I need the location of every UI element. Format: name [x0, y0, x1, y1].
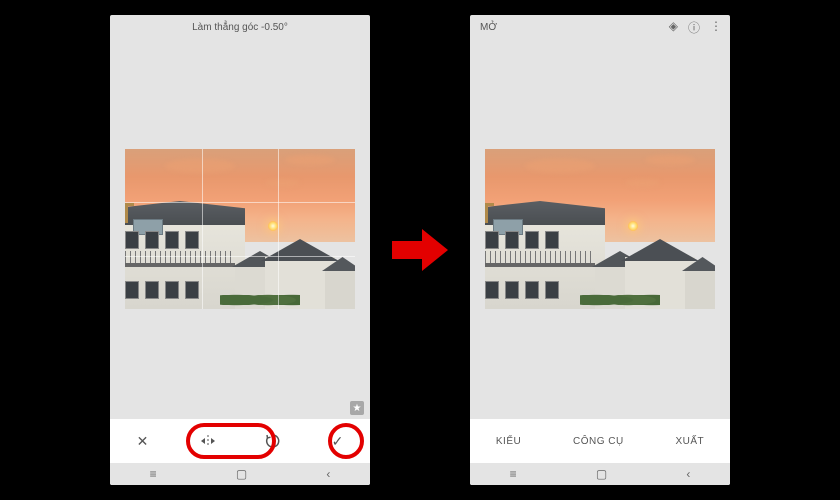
nav-home-icon[interactable]: ▢	[596, 467, 607, 481]
transition-arrow	[390, 225, 450, 275]
phone-screen-edit: Làm thẳng góc -0.50°	[110, 15, 370, 485]
nav-menu-icon[interactable]: ≡	[150, 467, 157, 481]
flip-icon	[199, 434, 217, 448]
nav-menu-icon[interactable]: ≡	[510, 467, 517, 481]
main-preview-area[interactable]	[470, 39, 730, 419]
tools-button[interactable]: CÔNG CỤ	[573, 436, 624, 447]
layers-icon[interactable]: ◈	[669, 19, 678, 36]
main-bottom-bar: KIỂU CÔNG CỤ XUẤT	[470, 419, 730, 463]
main-header: MỞ ◈ ⓘ ⋮	[470, 15, 730, 39]
rotate-icon	[265, 433, 281, 449]
edit-preview-area[interactable]	[110, 39, 370, 419]
nav-back-icon[interactable]: ‹	[326, 467, 330, 481]
buildings	[485, 216, 715, 309]
grid-line	[125, 256, 355, 257]
cancel-button[interactable]: ✕	[128, 426, 158, 456]
system-nav-bar: ≡ ▢ ‹	[110, 463, 370, 485]
straighten-angle-label: Làm thẳng góc -0.50°	[192, 22, 288, 33]
photo-with-grid[interactable]	[125, 149, 355, 309]
buildings	[125, 216, 355, 309]
open-label[interactable]: MỞ	[480, 22, 497, 33]
edit-header: Làm thẳng góc -0.50°	[110, 15, 370, 39]
phone-screen-main: MỞ ◈ ⓘ ⋮	[470, 15, 730, 485]
menu-icon[interactable]: ⋮	[710, 19, 722, 36]
favorite-icon[interactable]: ★	[350, 401, 364, 415]
arrow-icon	[390, 225, 450, 275]
nav-back-icon[interactable]: ‹	[686, 467, 690, 481]
nav-home-icon[interactable]: ▢	[236, 467, 247, 481]
info-icon[interactable]: ⓘ	[688, 19, 700, 36]
grid-line	[202, 149, 203, 309]
edit-bottom-bar: ★ ✕ ✓	[110, 419, 370, 463]
styles-button[interactable]: KIỂU	[496, 436, 521, 447]
export-button[interactable]: XUẤT	[675, 436, 704, 447]
flip-button[interactable]	[193, 426, 223, 456]
system-nav-bar: ≡ ▢ ‹	[470, 463, 730, 485]
grid-line	[278, 149, 279, 309]
rotate-button[interactable]	[258, 426, 288, 456]
confirm-button[interactable]: ✓	[323, 426, 353, 456]
grid-line	[125, 202, 355, 203]
photo-result[interactable]	[485, 149, 715, 309]
